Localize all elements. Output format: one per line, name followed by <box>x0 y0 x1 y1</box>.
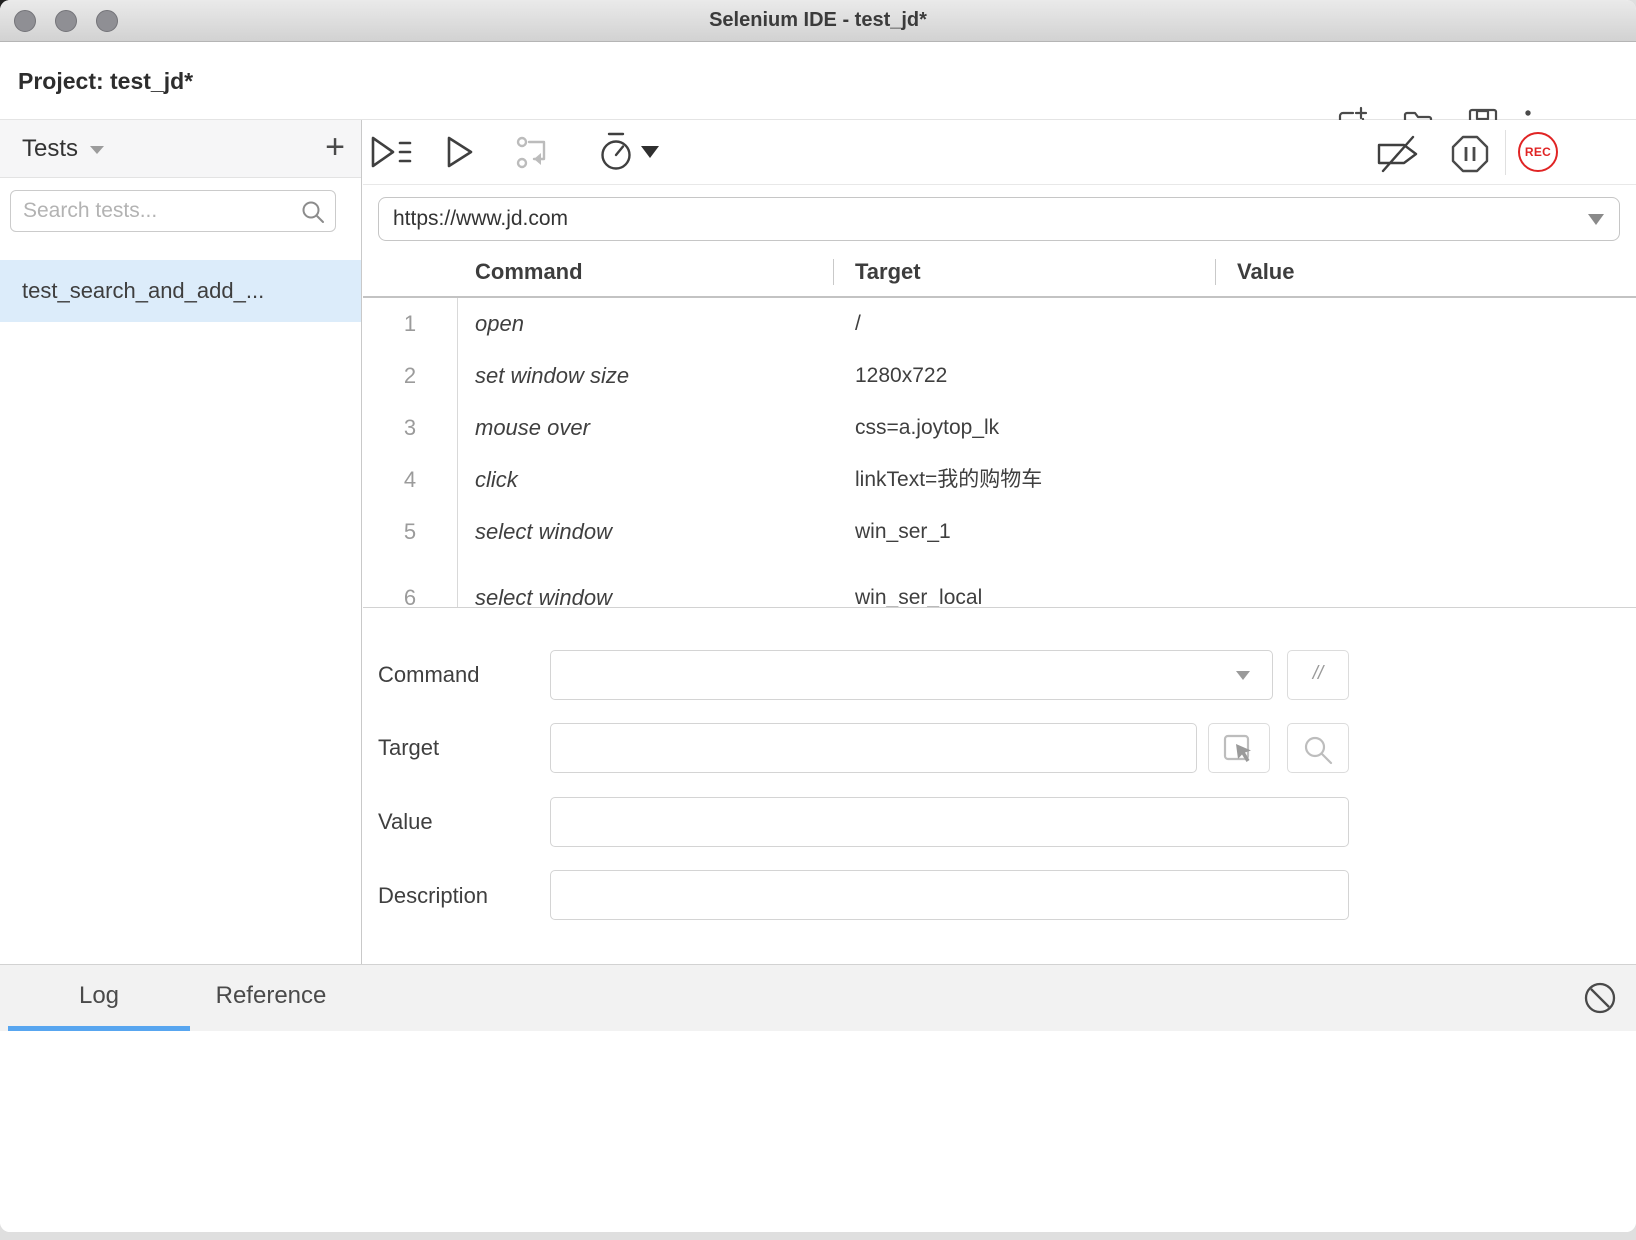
clear-log-icon[interactable] <box>1583 981 1617 1020</box>
column-header-target: Target <box>855 248 921 296</box>
sidebar-item-test[interactable]: test_search_and_add_... <box>0 260 361 322</box>
row-number: 4 <box>363 454 457 506</box>
description-field[interactable] <box>550 870 1349 920</box>
row-command: select window <box>475 572 612 607</box>
selenium-ide-window: Selenium IDE - test_jd* Project: test_jd… <box>0 0 1636 1232</box>
row-target: linkText=我的购物车 <box>855 454 1042 506</box>
column-divider[interactable] <box>833 259 834 285</box>
run-current-test-icon[interactable] <box>445 134 475 175</box>
row-target: win_ser_1 <box>855 506 951 558</box>
row-number: 1 <box>363 298 457 350</box>
row-target: css=a.joytop_lk <box>855 402 999 454</box>
tests-sidebar: Tests + test_search_and_add_... <box>0 120 362 964</box>
disable-breakpoints-icon[interactable] <box>1375 134 1421 179</box>
base-url-input[interactable] <box>378 197 1620 241</box>
log-content <box>0 1031 1636 1232</box>
row-command: open <box>475 298 524 350</box>
table-row[interactable]: 4 click linkText=我的购物车 <box>363 454 1636 506</box>
target-field[interactable] <box>550 723 1197 773</box>
row-number: 2 <box>363 350 457 402</box>
test-name: test_search_and_add_... <box>22 260 264 322</box>
step-over-icon[interactable] <box>515 134 553 177</box>
row-command: select window <box>475 506 612 558</box>
row-target: win_ser_local <box>855 572 982 607</box>
row-number: 3 <box>363 402 457 454</box>
run-all-tests-icon[interactable] <box>370 134 412 175</box>
bottom-panel-tabbar: Log Reference <box>0 964 1636 1031</box>
table-row[interactable]: 2 set window size 1280x722 <box>363 350 1636 402</box>
toolbar-divider <box>1505 130 1506 175</box>
column-header-value: Value <box>1237 248 1294 296</box>
add-test-button[interactable]: + <box>325 120 345 174</box>
column-header-command: Command <box>475 248 583 296</box>
description-field-label: Description <box>378 883 488 909</box>
table-row[interactable]: 6 select window win_ser_local <box>363 572 1636 607</box>
table-row[interactable]: 3 mouse over css=a.joytop_lk <box>363 402 1636 454</box>
command-dropdown-caret-icon[interactable] <box>1236 671 1250 680</box>
test-speed-icon[interactable] <box>598 131 634 178</box>
search-tests-input[interactable] <box>10 190 336 232</box>
value-field-label: Value <box>378 809 433 835</box>
row-command: set window size <box>475 350 629 402</box>
row-number: 6 <box>363 572 457 607</box>
panel-splitter[interactable] <box>363 607 1636 608</box>
project-title: Project: test_jd* <box>18 42 193 120</box>
speed-dropdown-caret-icon[interactable] <box>641 146 659 158</box>
titlebar: Selenium IDE - test_jd* <box>0 0 1636 42</box>
row-target: / <box>855 298 861 350</box>
tab-log[interactable]: Log <box>8 965 190 1031</box>
toggle-comment-button[interactable]: // <box>1287 650 1349 700</box>
command-field-label: Command <box>378 662 479 688</box>
tests-header: Tests + <box>0 120 361 178</box>
project-bar: Project: test_jd* <box>0 42 1636 120</box>
tab-reference[interactable]: Reference <box>190 965 352 1031</box>
find-target-button[interactable] <box>1287 723 1349 773</box>
window-title: Selenium IDE - test_jd* <box>0 0 1636 41</box>
table-row[interactable]: 1 open / <box>363 298 1636 350</box>
table-header: Command Target Value <box>363 248 1636 296</box>
row-number-divider <box>457 298 458 607</box>
record-button[interactable]: REC <box>1518 132 1558 172</box>
tests-dropdown[interactable]: Tests <box>22 120 104 177</box>
row-command: mouse over <box>475 402 590 454</box>
column-divider[interactable] <box>1215 259 1216 285</box>
search-icon <box>300 199 326 230</box>
table-row[interactable]: 5 select window win_ser_1 <box>363 506 1636 558</box>
select-target-button[interactable] <box>1208 723 1270 773</box>
row-number: 5 <box>363 506 457 558</box>
row-target: 1280x722 <box>855 350 947 402</box>
command-list: 1 open / 2 set window size 1280x722 3 mo… <box>363 298 1636 607</box>
pause-on-exceptions-icon[interactable] <box>1450 134 1490 179</box>
row-command: click <box>475 454 518 506</box>
target-field-label: Target <box>378 735 439 761</box>
chevron-down-icon <box>90 146 104 154</box>
playback-toolbar: REC <box>363 120 1636 185</box>
value-field[interactable] <box>550 797 1349 847</box>
url-dropdown-caret-icon[interactable] <box>1588 214 1604 225</box>
command-field[interactable] <box>550 650 1273 700</box>
